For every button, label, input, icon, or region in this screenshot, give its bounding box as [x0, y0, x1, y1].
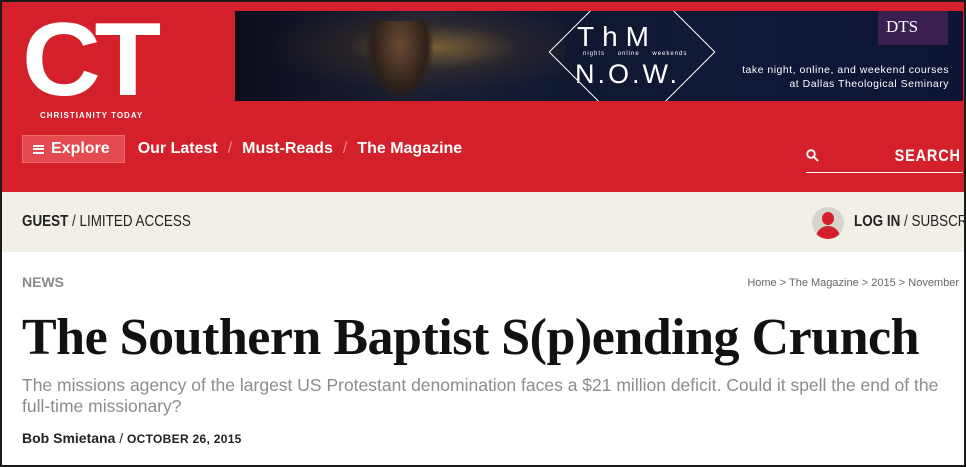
section-label[interactable]: NEWS	[22, 274, 64, 290]
guest-label: GUEST	[22, 213, 69, 230]
nav-our-latest[interactable]: Our Latest	[138, 140, 218, 158]
login-divider: /	[900, 213, 912, 230]
search-field[interactable]: SEARCH	[806, 143, 963, 173]
login-links: LOG IN / SUBSCRIBE	[854, 213, 964, 231]
logo-subtitle: CHRISTIANITY TODAY	[40, 111, 144, 120]
site-header: CT CHRISTIANITY TODAY ThM nights online …	[2, 2, 964, 192]
ct-logo[interactable]: CT CHRISTIANITY TODAY	[22, 8, 188, 122]
page-frame: CT CHRISTIANITY TODAY ThM nights online …	[0, 0, 966, 467]
ad-tagline-2: at Dallas Theological Seminary	[789, 78, 949, 90]
account-bar: GUEST / LIMITED ACCESS LOG IN / SUBSCRIB…	[2, 192, 964, 252]
ad-small-words: nights online weekends	[583, 51, 697, 57]
banner-ad[interactable]: ThM nights online weekends N.O.W. DTS ta…	[235, 11, 963, 101]
avatar-body	[816, 226, 840, 239]
nav-must-reads[interactable]: Must-Reads	[242, 140, 333, 158]
nav-the-magazine[interactable]: The Magazine	[357, 140, 462, 158]
publish-date: OCTOBER 26, 2015	[127, 432, 242, 446]
menu-icon	[33, 144, 44, 154]
ad-headline-top: ThM	[577, 21, 657, 52]
search-label: SEARCH	[894, 146, 961, 165]
access-status: GUEST / LIMITED ACCESS	[22, 213, 191, 231]
avatar-head	[822, 212, 834, 225]
ad-tagline-1: take night, online, and weekend courses	[742, 64, 949, 76]
nav-separator: /	[227, 140, 233, 157]
byline-separator: /	[115, 430, 128, 446]
ad-photo-person	[365, 21, 435, 101]
explore-button[interactable]: Explore	[22, 135, 125, 163]
login-link[interactable]: LOG IN	[854, 213, 900, 230]
author-link[interactable]: Bob Smietana	[22, 430, 115, 446]
ad-word: weekends	[652, 51, 688, 57]
search-icon	[806, 149, 819, 162]
nav-separator: /	[342, 140, 348, 157]
byline: Bob Smietana / OCTOBER 26, 2015	[22, 430, 242, 446]
ad-sponsor-text: DTS	[886, 17, 919, 36]
main-nav: Explore Our Latest / Must-Reads / The Ma…	[22, 135, 462, 163]
article-title: The Southern Baptist S(p)ending Crunch	[22, 309, 920, 366]
ad-headline-bottom: N.O.W.	[575, 59, 680, 89]
subscribe-link[interactable]: SUBSCRIBE	[912, 213, 964, 230]
access-label: / LIMITED ACCESS	[68, 213, 191, 230]
breadcrumb[interactable]: Home > The Magazine > 2015 > November	[747, 277, 959, 289]
explore-label: Explore	[51, 140, 110, 157]
user-avatar-icon[interactable]	[812, 207, 844, 239]
article-dek: The missions agency of the largest US Pr…	[22, 375, 939, 416]
ad-sponsor-logo: DTS	[878, 11, 948, 45]
ad-word: online	[617, 51, 640, 57]
logo-mark: CT	[22, 2, 161, 118]
ad-word: nights	[583, 51, 606, 57]
